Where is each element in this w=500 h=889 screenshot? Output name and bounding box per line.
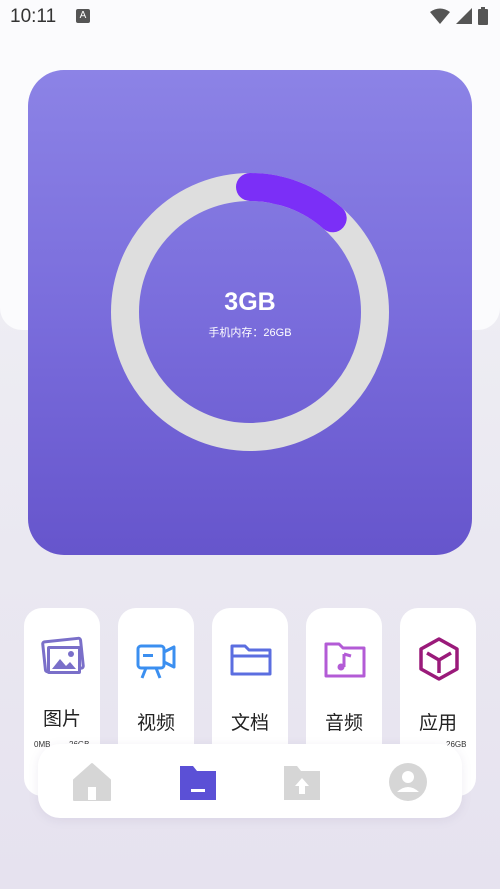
wifi-icon: [430, 8, 450, 24]
cube-icon: [419, 637, 459, 681]
used-storage-value: 3GB: [224, 288, 276, 316]
folder-upload-icon[interactable]: [280, 760, 324, 804]
status-icons: [430, 7, 488, 25]
image-icon: [41, 636, 85, 674]
cell-signal-icon: [456, 8, 472, 24]
category-label: 图片: [42, 709, 81, 730]
status-time: 10:11: [10, 6, 57, 27]
video-camera-icon: [136, 644, 176, 679]
battery-icon: [478, 7, 488, 25]
folder-icon: [230, 644, 272, 676]
bottom-navigation: [38, 744, 462, 818]
category-label: 音频: [324, 713, 363, 734]
storage-card: 3GB 手机内存：26GB: [28, 70, 472, 555]
user-icon[interactable]: [386, 760, 430, 804]
a-letter-icon: A: [76, 9, 90, 23]
category-label: 视频: [136, 713, 175, 734]
music-file-icon: [324, 642, 366, 678]
total-storage-label: 手机内存：26GB: [208, 327, 292, 339]
status-bar: 10:11 A: [0, 0, 500, 34]
folder-icon[interactable]: [176, 760, 220, 804]
category-label: 应用: [418, 713, 457, 734]
home-icon[interactable]: [70, 760, 114, 804]
category-label: 文档: [230, 713, 269, 734]
